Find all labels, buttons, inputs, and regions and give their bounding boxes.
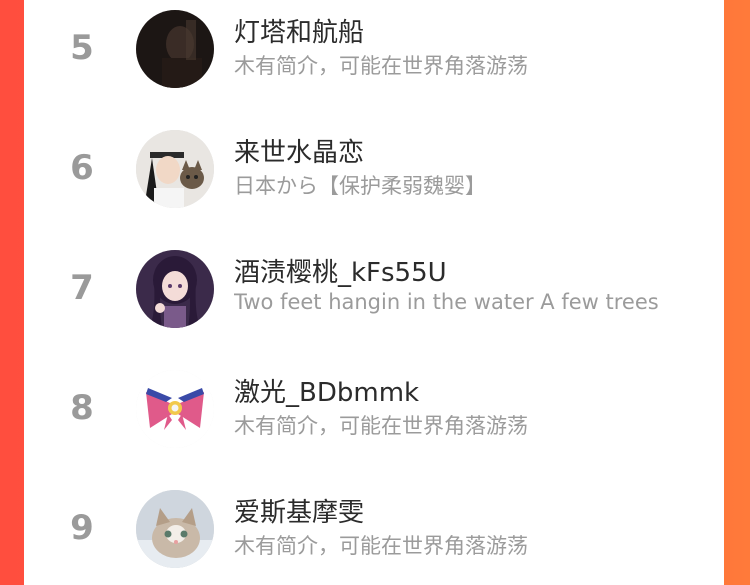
user-bio: 木有简介，可能在世界角落游荡 [234,414,528,438]
avatar[interactable] [136,10,214,88]
user-name[interactable]: 激光_BDbmmk [234,372,419,409]
avatar-dark-portrait-icon [136,10,214,88]
ranking-row[interactable]: 6 来世水晶恋 日本から【保护柔弱魏婴】 [24,120,724,220]
avatar-cosplay-with-cat-icon [136,130,214,208]
user-name[interactable]: 爱斯基摩雯 [234,492,364,529]
ranking-row[interactable]: 5 灯塔和航船 木有简介，可能在世界角落游荡 [24,0,724,100]
user-name[interactable]: 酒渍樱桃_kFs55U [234,252,447,289]
rank-number: 7 [70,268,94,308]
avatar[interactable] [136,130,214,208]
user-name[interactable]: 灯塔和航船 [234,12,364,49]
ranking-row[interactable]: 8 激光_BDbmmk 木有简介，可能在世界角落游荡 [24,360,724,460]
avatar-anime-girl-icon [136,250,214,328]
ranking-row[interactable]: 7 酒渍樱桃_kFs55U Two feet hangin in the wat… [24,240,724,340]
user-bio: 日本から【保护柔弱魏婴】 [234,174,486,198]
ranking-card: 5 灯塔和航船 木有简介，可能在世界角落游荡 6 来世水晶恋 日本から【保护柔弱… [24,0,724,585]
ranking-row[interactable]: 9 爱斯基摩雯 木有简介，可能在世界角落游荡 [24,480,724,580]
rank-number: 8 [70,388,94,428]
avatar[interactable] [136,370,214,448]
avatar-kitten-icon [136,490,214,568]
rank-number: 9 [70,508,94,548]
user-bio: 木有简介，可能在世界角落游荡 [234,534,528,558]
avatar-sailor-bow-icon [136,370,214,448]
avatar[interactable] [136,490,214,568]
user-bio: Two feet hangin in the water A few trees [234,290,659,314]
user-name[interactable]: 来世水晶恋 [234,132,364,169]
rank-number: 6 [70,148,94,188]
user-bio: 木有简介，可能在世界角落游荡 [234,54,528,78]
avatar[interactable] [136,250,214,328]
rank-number: 5 [70,28,94,68]
